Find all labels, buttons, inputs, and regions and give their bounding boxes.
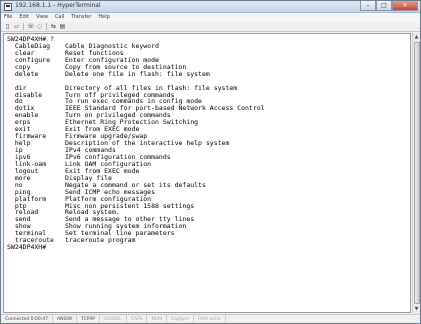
terminal-description: traceroute program [65,236,136,245]
disconnect-icon[interactable]: ☏ [27,23,35,30]
close-button[interactable]: ✕ [392,1,418,11]
toolbar-divider [46,23,47,30]
status-emulation: ANSIW [53,315,78,323]
menu-view[interactable]: View [36,13,48,22]
scroll-up-icon[interactable]: ▲ [413,33,420,41]
terminal-line: CableDiag Cable Diagnostic keyword [7,42,265,50]
terminal-line: delete Delete one file in flash: file sys… [7,69,265,78]
call-icon[interactable]: ◌ [36,23,43,30]
terminal-line: ptp Misc non persistent 1588 settings [7,202,265,210]
toolbar: ▯ ▱ ☏ ◌ ⇆ ▤ [1,22,420,32]
menu-file[interactable]: File [4,13,12,22]
menu-edit[interactable]: Edit [19,13,29,22]
status-print-echo: Print echo [194,315,226,323]
minimize-button[interactable]: – [360,1,376,11]
window-controls: – □ ✕ [360,1,418,12]
terminal-description: Delete one file in flash: file system [65,69,210,78]
menu-bar: File Edit View Call Transfer Help [1,13,420,22]
terminal-line: logout Exit from EXEC mode [7,167,265,175]
toolbar-divider [23,23,24,30]
terminal-line: help Description of the interactive help … [7,140,265,147]
vertical-scrollbar[interactable]: ▲ ▼ [412,33,420,313]
status-scroll: SCROLL [100,315,127,323]
terminal-text: SW24DP4XH# ? CableDiag Cable Diagnostic k… [7,36,265,251]
status-capture: Capture [167,315,194,323]
open-icon[interactable]: ▱ [13,23,20,30]
title-bar[interactable]: 192.168.1.1 - HyperTerminal – □ ✕ [1,1,420,13]
send-icon[interactable]: ⇆ [50,23,57,30]
terminal-window: 192.168.1.1 - HyperTerminal – □ ✕ File E… [0,0,421,324]
menu-call[interactable]: Call [55,13,64,22]
status-connection: Connected 0:00:47 [1,315,54,323]
menu-transfer[interactable]: Transfer [71,13,91,22]
new-icon[interactable]: ▯ [4,23,11,30]
status-bar: Connected 0:00:47 ANSIW TCP/IP SCROLL CA… [1,314,420,323]
terminal-command: SW24DP4XH# [7,243,47,252]
status-protocol: TCP/IP [77,315,100,323]
status-caps: CAPS [127,315,148,323]
terminal-command: delete [7,69,39,78]
app-icon[interactable] [4,3,12,11]
terminal-output[interactable]: SW24DP4XH# ? CableDiag Cable Diagnostic k… [3,33,411,313]
status-num: NUM [147,315,168,323]
terminal-line: SW24DP4XH# [7,244,265,251]
scroll-thumb[interactable] [414,42,420,304]
menu-help[interactable]: Help [98,13,109,22]
properties-icon[interactable]: ▤ [59,23,66,30]
scroll-down-icon[interactable]: ▼ [413,305,420,313]
maximize-button[interactable]: □ [376,1,392,11]
window-title: 192.168.1.1 - HyperTerminal [15,2,101,9]
